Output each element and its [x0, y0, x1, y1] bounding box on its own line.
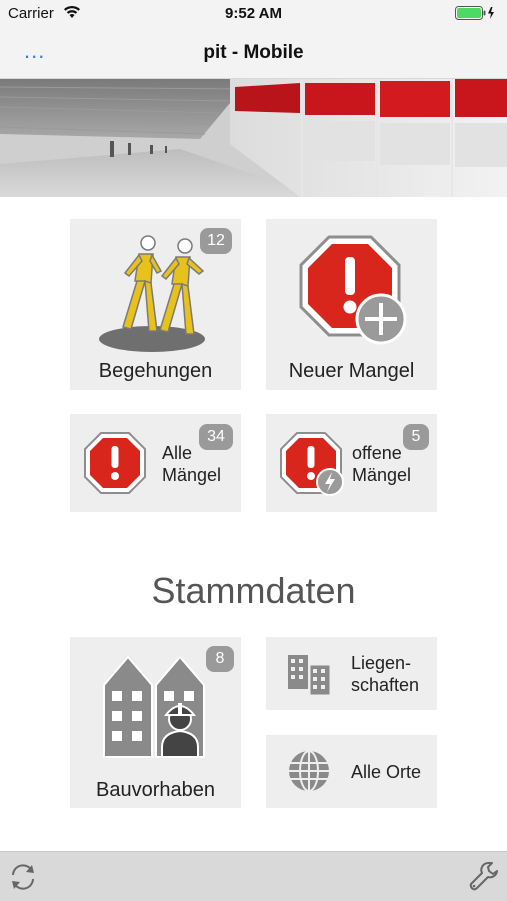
- bottom-toolbar: [0, 851, 507, 901]
- properties-icon: [288, 655, 331, 696]
- alle-orte-label: Alle Orte: [351, 762, 422, 782]
- navigation-bar: ... pit - Mobile: [0, 28, 507, 79]
- neuer-mangel-tile[interactable]: Neuer Mangel: [266, 219, 437, 390]
- begehungen-label: Begehungen: [98, 360, 213, 382]
- bauvorhaben-count-badge: 8: [206, 646, 234, 672]
- wrench-icon[interactable]: [468, 860, 500, 892]
- defect-warning-icon: [84, 432, 146, 494]
- liegenschaften-label: Liegen- schaften: [351, 652, 419, 696]
- offene-maengel-label-line1: offene: [352, 443, 402, 463]
- open-defect-icon: [280, 432, 344, 496]
- begehungen-tile[interactable]: 12 Begehungen: [70, 219, 241, 390]
- alle-maengel-tile[interactable]: Alle Mängel 34: [70, 414, 241, 512]
- walking-people-icon: [99, 235, 205, 352]
- alle-orte-tile[interactable]: Alle Orte: [266, 735, 437, 808]
- liegenschaften-tile[interactable]: Liegen- schaften: [266, 637, 437, 710]
- status-time: 9:52 AM: [225, 5, 282, 22]
- offene-maengel-label-line2: Mängel: [352, 465, 412, 485]
- offene-maengel-label: offene Mängel: [352, 442, 411, 486]
- offene-maengel-count-badge: 5: [403, 424, 429, 450]
- new-defect-icon: [299, 235, 407, 345]
- liegenschaften-label-line1: Liegen-: [351, 653, 412, 673]
- construction-project-icon: [103, 655, 205, 758]
- neuer-mangel-label: Neuer Mangel: [288, 360, 415, 382]
- header-banner-image: [0, 79, 507, 197]
- refresh-icon[interactable]: [7, 861, 39, 893]
- status-bar: Carrier 9:52 AM: [0, 0, 507, 28]
- begehungen-count-badge: 12: [200, 228, 232, 254]
- bauvorhaben-tile[interactable]: 8 Bauvorhaben: [70, 637, 241, 808]
- battery-icon: [455, 6, 494, 20]
- alle-maengel-count-badge: 34: [199, 424, 233, 450]
- alle-maengel-label-line2: Mängel: [162, 465, 222, 485]
- stammdaten-heading: Stammdaten: [151, 570, 356, 611]
- page-title: pit - Mobile: [203, 42, 304, 63]
- offene-maengel-tile[interactable]: offene Mängel 5: [266, 414, 437, 512]
- liegenschaften-label-line2: schaften: [351, 675, 420, 695]
- bauvorhaben-label: Bauvorhaben: [96, 779, 215, 801]
- globe-icon: [289, 750, 329, 792]
